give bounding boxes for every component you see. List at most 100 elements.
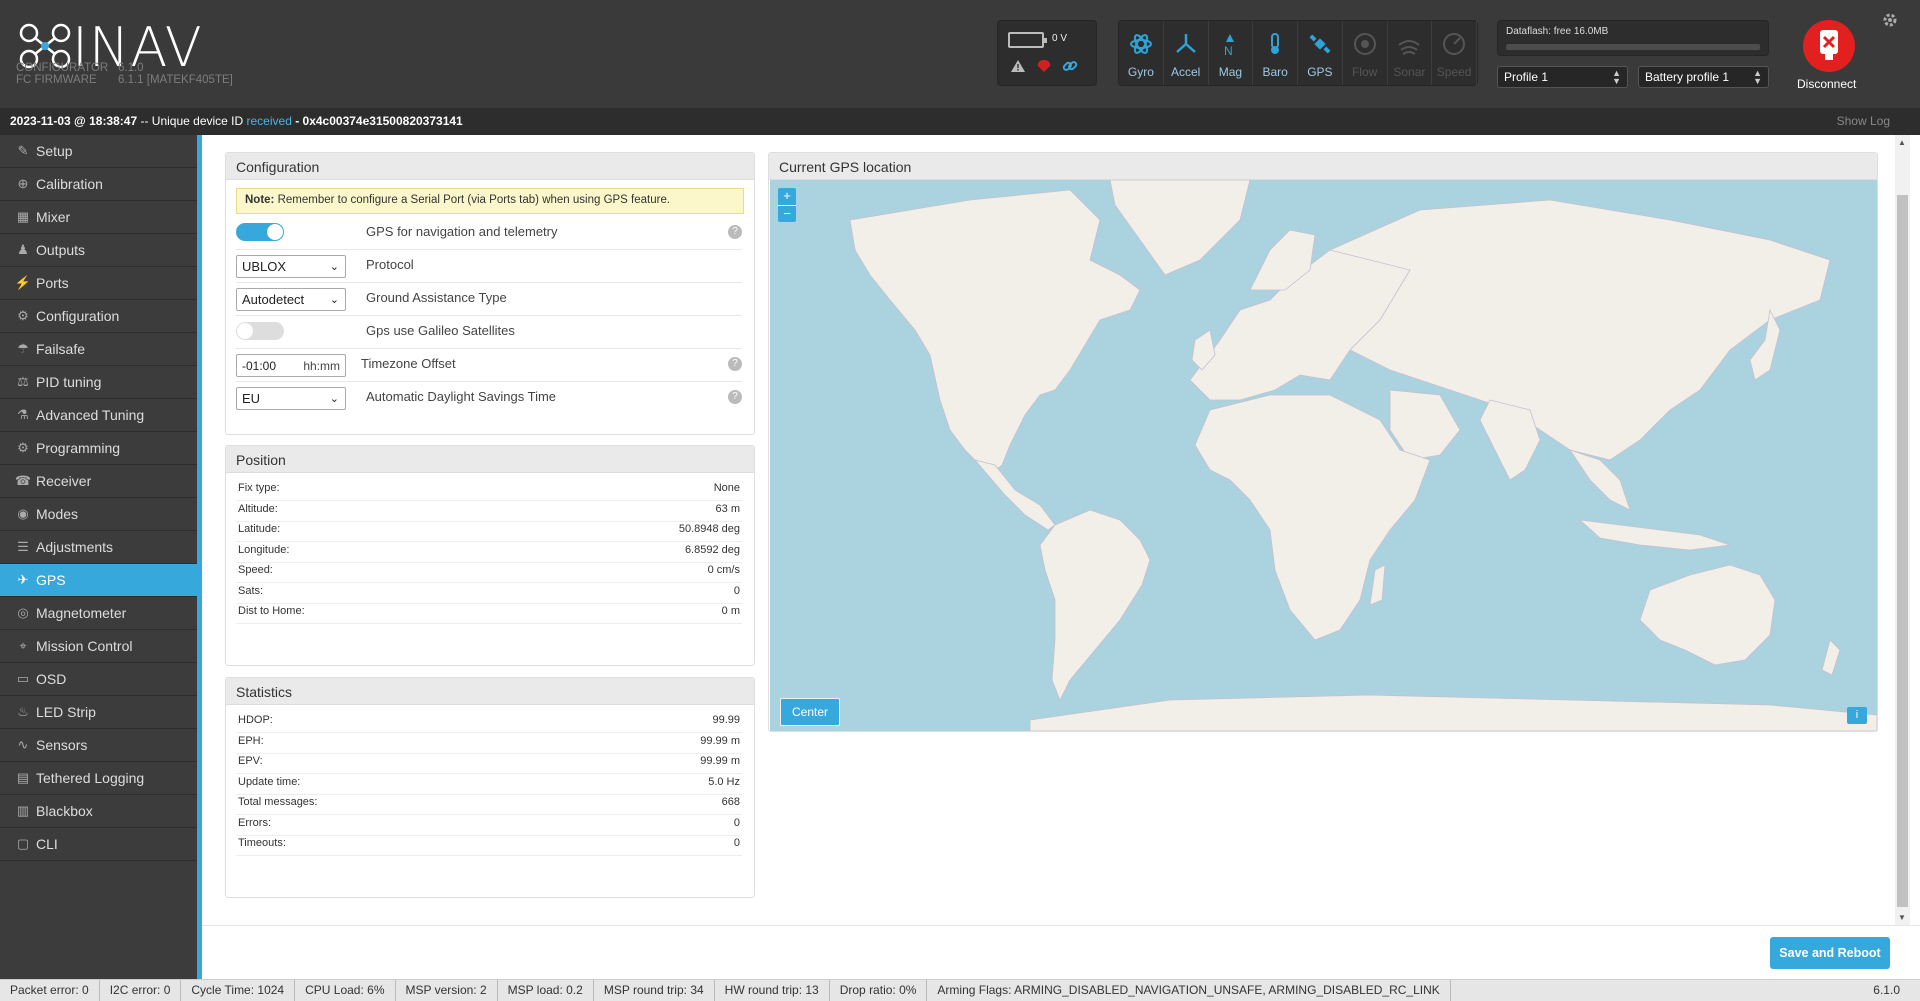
south-america [1039, 509, 1151, 701]
ground-assistance-label: Ground Assistance Type [366, 290, 507, 305]
center-map-button[interactable]: Center [780, 698, 841, 726]
chevron-down-icon: ⌄ [329, 261, 339, 273]
sidebar-item-led-strip[interactable]: ♨ LED Strip [0, 696, 197, 729]
firmware-version-row: FC FIRMWARE 6.1.1 [MATEKF405TE] [16, 74, 233, 86]
top-bar: INAV CONFIGURATOR 6.1.0 FC FIRMWARE 6.1.… [0, 0, 1920, 108]
sensor-label: Baro [1262, 65, 1288, 79]
status-item: HW round trip: 13 [715, 980, 830, 1001]
statistics-value: 0 [733, 816, 740, 829]
help-icon[interactable]: ? [728, 390, 742, 404]
map-pin-icon: ⌖ [19, 638, 27, 653]
sidebar-item-modes[interactable]: ◉ Modes [0, 498, 197, 531]
position-key: Altitude: [238, 502, 278, 515]
statistics-panel: Statistics HDOP: 99.99 EPH: 99.99 m EPV: 99.9… [225, 677, 755, 898]
position-value: 0 cm/s [707, 564, 740, 576]
sidebar-item-calibration[interactable]: ⊕ Calibration [0, 168, 197, 201]
zoom-out-button[interactable]: − [778, 205, 796, 222]
scroll-down-icon[interactable]: ▼ [1898, 913, 1906, 922]
sidebar-item-label: Tethered Logging [36, 770, 145, 786]
scrollbar-thumb[interactable] [1897, 195, 1908, 907]
timezone-input[interactable]: -01:00 hh:mm [236, 354, 346, 377]
select-arrows-icon: ▲ ▼ [1612, 68, 1621, 86]
gyro-icon [1129, 32, 1153, 65]
settings-gear-icon[interactable] [1880, 10, 1900, 30]
dataflash-status: Dataflash: free 16.0MB [1497, 20, 1769, 56]
disconnect-button[interactable] [1803, 20, 1855, 72]
plug-icon: ⚡ [14, 275, 32, 290]
sidebar-item-label: Magnetometer [36, 605, 127, 621]
sidebar-item-adjustments[interactable]: ☰ Adjustments [0, 531, 197, 564]
dst-label: Automatic Daylight Savings Time [366, 389, 557, 404]
sidebar-item-blackbox[interactable]: ▥ Blackbox [0, 795, 197, 828]
world-map[interactable]: + − Center i [770, 180, 1877, 731]
device-id-prefix: -- Unique device ID [137, 114, 247, 128]
statistics-key: Total messages: [238, 796, 318, 808]
help-icon[interactable]: ? [728, 225, 742, 239]
protocol-select[interactable]: UBLOX ⌄ [236, 255, 346, 278]
galileo-toggle[interactable] [236, 322, 284, 340]
sidebar-item-sensors[interactable]: ∿ Sensors [0, 729, 197, 762]
gear-icon: ⚙ [17, 308, 29, 323]
status-item: CPU Load: 6% [295, 980, 396, 1001]
gps-nav-toggle[interactable] [236, 223, 284, 241]
sidebar-item-setup[interactable]: ✎ Setup [0, 135, 197, 168]
sidebar-item-osd[interactable]: ▭ OSD [0, 663, 197, 696]
gps-icon [1308, 32, 1332, 65]
content-scrollbar[interactable]: ▲ ▼ [1895, 135, 1910, 925]
ground-assistance-select[interactable]: Autodetect ⌄ [236, 288, 346, 311]
position-key: Dist to Home: [238, 605, 305, 617]
blackbox-icon: ▥ [16, 803, 30, 818]
status-item: MSP load: 0.2 [498, 980, 594, 1001]
sidebar-item-failsafe[interactable]: ☂ Failsafe [0, 333, 197, 366]
antarctica [1029, 694, 1877, 731]
compass-icon: ◎ [17, 605, 29, 620]
mag-icon: N [1218, 32, 1242, 65]
sensor-label: Sonar [1393, 65, 1426, 79]
battery-status: 0 V [997, 20, 1097, 86]
sidebar-item-label: Sensors [36, 737, 88, 753]
save-and-reboot-button[interactable]: Save and Reboot [1770, 937, 1890, 969]
sidebar-item-magnetometer[interactable]: ◎ Magnetometer [0, 597, 197, 630]
sidebar-item-mixer[interactable]: ▦ Mixer [0, 201, 197, 234]
baro-icon [1263, 32, 1287, 65]
statistics-title: Statistics [226, 678, 754, 705]
sidebar-item-advanced-tuning[interactable]: ⚗ Advanced Tuning [0, 399, 197, 432]
crosshair-icon: ⊕ [17, 176, 29, 191]
statistics-key: Errors: [238, 816, 271, 829]
dst-row: EU ⌄ Automatic Daylight Savings Time ? [236, 382, 742, 415]
sidebar-item-label: Adjustments [36, 539, 114, 555]
sidebar-item-ports[interactable]: ⚡ Ports [0, 267, 197, 300]
scroll-up-icon[interactable]: ▲ [1898, 138, 1906, 147]
sidebar-item-mission-control[interactable]: ⌖ Mission Control [0, 630, 197, 663]
sidebar-item-label: GPS [36, 572, 66, 588]
dst-select[interactable]: EU ⌄ [236, 387, 346, 410]
sidebar-item-cli[interactable]: ▢ CLI [0, 828, 197, 861]
position-key: Latitude: [238, 523, 281, 535]
statistics-value: 0 [733, 837, 740, 849]
osd-icon: ▭ [16, 671, 30, 686]
status-item: MSP version: 2 [396, 980, 498, 1001]
help-icon[interactable]: ? [728, 357, 742, 371]
sidebar-item-tethered-logging[interactable]: ▤ Tethered Logging [0, 762, 197, 795]
failsafe-icon [1037, 60, 1051, 72]
sensor-gyro: Gyro [1119, 21, 1164, 85]
sidebar-item-outputs[interactable]: ♟ Outputs [0, 234, 197, 267]
sidebar-item-pid-tuning[interactable]: ⚖ PID tuning [0, 366, 197, 399]
position-key: Fix type: [238, 482, 280, 494]
timezone-label: Timezone Offset [361, 356, 456, 371]
sidebar-item-programming[interactable]: ⚙ Programming [0, 432, 197, 465]
sidebar-item-gps[interactable]: ✈ GPS [0, 564, 197, 597]
map-info-button[interactable]: i [1847, 707, 1867, 724]
profile-select[interactable]: Profile 1 ▲ ▼ [1497, 66, 1628, 88]
sidebar-item-receiver[interactable]: ☎ Receiver [0, 465, 197, 498]
disconnect-label[interactable]: Disconnect [1797, 77, 1856, 91]
zoom-in-button[interactable]: + [778, 188, 796, 205]
zoom-controls: + − [778, 188, 796, 222]
battery-profile-select[interactable]: Battery profile 1 ▲ ▼ [1638, 66, 1769, 88]
sidebar-item-label: Outputs [36, 242, 86, 258]
configurator-label: CONFIGURATOR [16, 62, 109, 74]
show-log-link[interactable]: Show Log [1837, 114, 1890, 128]
sidebar-item-configuration[interactable]: ⚙ Configuration [0, 300, 197, 333]
sensor-label: Speed [1436, 65, 1472, 79]
sidebar-nav: ✎ Setup ⊕ Calibration ▦ Mixer ♟ Outputs ⚡ Ports ⚙ C… [0, 135, 202, 979]
